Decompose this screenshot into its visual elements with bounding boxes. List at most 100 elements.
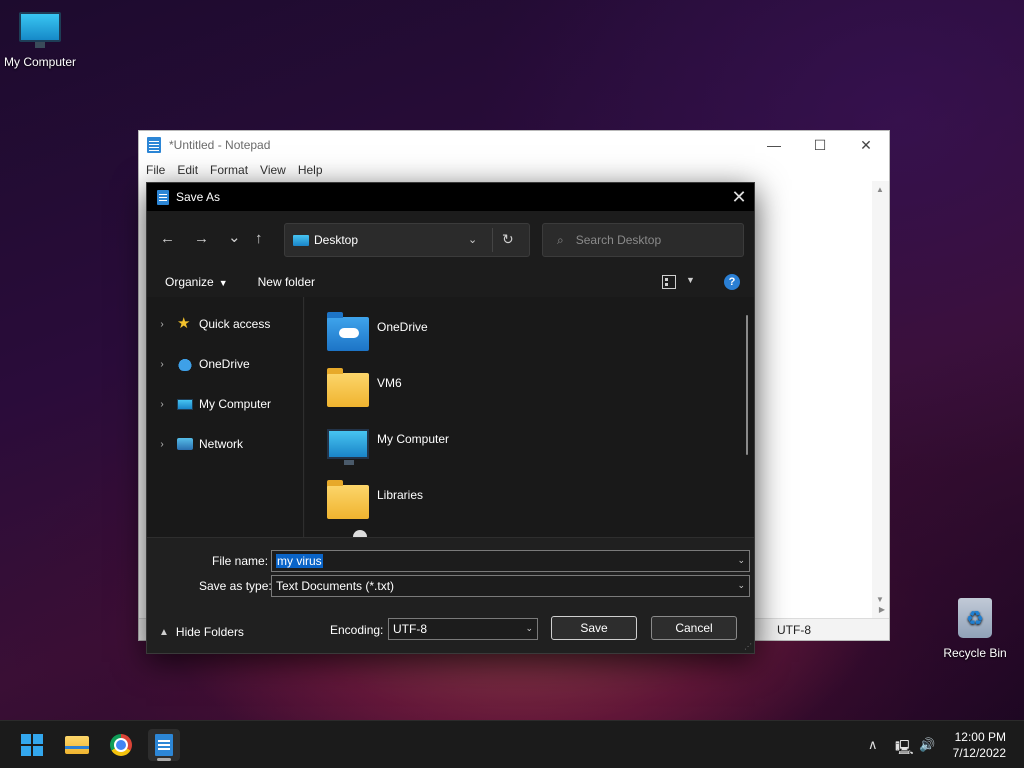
navigation-pane: › ★ Quick access › OneDrive › My Compute… bbox=[147, 297, 304, 537]
expand-chevron-icon[interactable]: › bbox=[147, 399, 177, 410]
star-icon: ★ bbox=[177, 315, 191, 332]
chevron-down-icon[interactable]: ⌄ bbox=[468, 233, 477, 246]
recent-locations-icon[interactable]: ⌄ bbox=[228, 228, 241, 246]
search-input[interactable] bbox=[575, 233, 726, 247]
chevron-up-icon: ▲ bbox=[159, 626, 169, 638]
list-item[interactable]: VM6 bbox=[327, 368, 402, 417]
file-name-field[interactable]: my virus ⌄ bbox=[271, 550, 750, 572]
encoding-select[interactable]: UTF-8 ⌄ bbox=[388, 618, 538, 640]
show-hidden-icons-chevron-icon[interactable]: ∧ bbox=[868, 737, 878, 753]
help-icon[interactable]: ? bbox=[724, 274, 740, 290]
desktop-icon-recycle-bin[interactable]: ♻ Recycle Bin bbox=[935, 598, 1015, 660]
notepad-title: *Untitled - Notepad bbox=[169, 138, 271, 152]
file-explorer-icon bbox=[65, 736, 89, 754]
chevron-down-icon[interactable]: ▼ bbox=[686, 275, 695, 285]
vertical-scrollbar[interactable]: ▲ ▼ ▶ bbox=[872, 181, 889, 618]
scroll-up-icon[interactable]: ▲ bbox=[876, 185, 884, 194]
refresh-icon[interactable]: ↻ bbox=[502, 231, 514, 248]
minimize-button[interactable]: — bbox=[751, 137, 797, 154]
dialog-close-button[interactable]: ✕ bbox=[724, 187, 754, 208]
tree-item-label: Quick access bbox=[199, 317, 271, 331]
hide-folders-button[interactable]: ▲ Hide Folders bbox=[159, 625, 244, 639]
start-button[interactable] bbox=[16, 729, 48, 761]
maximize-button[interactable]: ☐ bbox=[797, 137, 843, 154]
cancel-button[interactable]: Cancel bbox=[651, 616, 737, 640]
partial-item-icon bbox=[353, 530, 367, 537]
list-item[interactable]: OneDrive bbox=[327, 312, 428, 361]
recycle-bin-icon: ♻ bbox=[958, 598, 992, 638]
save-type-value: Text Documents (*.txt) bbox=[276, 579, 395, 593]
file-list: OneDrive VM6 My Computer Libraries bbox=[305, 297, 754, 537]
up-arrow-icon[interactable]: ↑ bbox=[255, 230, 263, 247]
expand-chevron-icon[interactable]: › bbox=[147, 359, 177, 370]
menu-view[interactable]: View bbox=[260, 163, 286, 177]
organize-button[interactable]: Organize ▼ bbox=[165, 275, 228, 289]
chrome-icon bbox=[110, 734, 132, 756]
taskbar-notepad[interactable] bbox=[148, 729, 180, 761]
scroll-right-icon[interactable]: ▶ bbox=[879, 605, 885, 614]
scroll-down-icon[interactable]: ▼ bbox=[876, 595, 884, 604]
tree-item-network[interactable]: › Network bbox=[147, 432, 243, 456]
close-button[interactable]: ✕ bbox=[843, 137, 889, 154]
chevron-down-icon: ▼ bbox=[218, 278, 228, 288]
taskbar: ∧ 🖳 🔊 12:00 PM 7/12/2022 bbox=[0, 720, 1024, 768]
command-bar: Organize ▼ New folder ▼ ? bbox=[147, 267, 754, 297]
network-status-icon[interactable]: 🖳 bbox=[895, 737, 914, 761]
monitor-icon bbox=[327, 429, 369, 465]
notepad-icon bbox=[157, 189, 169, 205]
tree-item-onedrive[interactable]: › OneDrive bbox=[147, 352, 250, 376]
chevron-down-icon[interactable]: ⌄ bbox=[737, 555, 745, 566]
desktop-icon-my-computer[interactable]: My Computer bbox=[0, 12, 80, 69]
expand-chevron-icon[interactable]: › bbox=[147, 319, 177, 330]
list-item[interactable]: My Computer bbox=[327, 429, 449, 473]
encoding-value: UTF-8 bbox=[393, 622, 427, 636]
tree-item-label: My Computer bbox=[199, 397, 272, 411]
taskbar-chrome[interactable] bbox=[105, 729, 137, 761]
desktop-icon-label: My Computer bbox=[3, 55, 77, 69]
search-box[interactable]: ⌕ bbox=[542, 223, 744, 257]
save-button[interactable]: Save bbox=[551, 616, 637, 640]
volume-icon[interactable]: 🔊 bbox=[919, 737, 935, 753]
expand-chevron-icon[interactable]: › bbox=[147, 439, 177, 450]
onedrive-folder-icon bbox=[327, 312, 369, 351]
tree-item-quick-access[interactable]: › ★ Quick access bbox=[147, 312, 270, 336]
new-folder-button[interactable]: New folder bbox=[258, 275, 315, 289]
item-name: Libraries bbox=[377, 488, 424, 502]
notepad-titlebar[interactable]: *Untitled - Notepad — ☐ ✕ bbox=[139, 131, 889, 159]
hide-folders-label: Hide Folders bbox=[175, 625, 244, 639]
list-item[interactable]: Libraries bbox=[327, 480, 424, 529]
desktop-location-icon bbox=[293, 234, 309, 246]
divider bbox=[492, 228, 493, 252]
system-clock[interactable]: 12:00 PM 7/12/2022 bbox=[953, 729, 1006, 761]
address-bar[interactable]: Desktop ⌄ ↻ bbox=[284, 223, 530, 257]
save-as-dialog: Save As ✕ ← → ⌄ ↑ Desktop ⌄ ↻ ⌕ Organize… bbox=[146, 182, 755, 654]
network-icon bbox=[177, 438, 193, 450]
menu-file[interactable]: File bbox=[146, 163, 165, 177]
address-text: Desktop bbox=[314, 233, 359, 247]
forward-arrow-icon[interactable]: → bbox=[194, 230, 209, 247]
navigation-bar: ← → ⌄ ↑ Desktop ⌄ ↻ ⌕ bbox=[147, 211, 754, 267]
view-options-icon[interactable] bbox=[662, 275, 676, 289]
back-arrow-icon[interactable]: ← bbox=[160, 230, 175, 247]
menu-help[interactable]: Help bbox=[298, 163, 323, 177]
dialog-titlebar[interactable]: Save As ✕ bbox=[147, 183, 754, 211]
folder-icon bbox=[327, 480, 369, 519]
save-type-select[interactable]: Text Documents (*.txt) ⌄ bbox=[271, 575, 750, 597]
dialog-title: Save As bbox=[176, 190, 221, 204]
monitor-icon bbox=[177, 398, 193, 410]
encoding-label: Encoding: bbox=[330, 623, 384, 637]
tree-item-my-computer[interactable]: › My Computer bbox=[147, 392, 271, 416]
notepad-icon bbox=[155, 734, 173, 756]
resize-grip-icon[interactable]: ⋰ bbox=[744, 642, 752, 651]
chevron-down-icon: ⌄ bbox=[525, 623, 533, 633]
status-encoding: UTF-8 bbox=[777, 623, 811, 637]
taskbar-file-explorer[interactable] bbox=[61, 729, 93, 761]
vertical-scrollbar[interactable] bbox=[746, 315, 748, 455]
menu-format[interactable]: Format bbox=[210, 163, 248, 177]
menu-edit[interactable]: Edit bbox=[177, 163, 198, 177]
folder-icon bbox=[327, 368, 369, 407]
item-name: VM6 bbox=[377, 376, 402, 390]
cloud-icon bbox=[177, 357, 193, 371]
search-icon: ⌕ bbox=[557, 232, 564, 247]
clock-date: 7/12/2022 bbox=[952, 746, 1006, 760]
